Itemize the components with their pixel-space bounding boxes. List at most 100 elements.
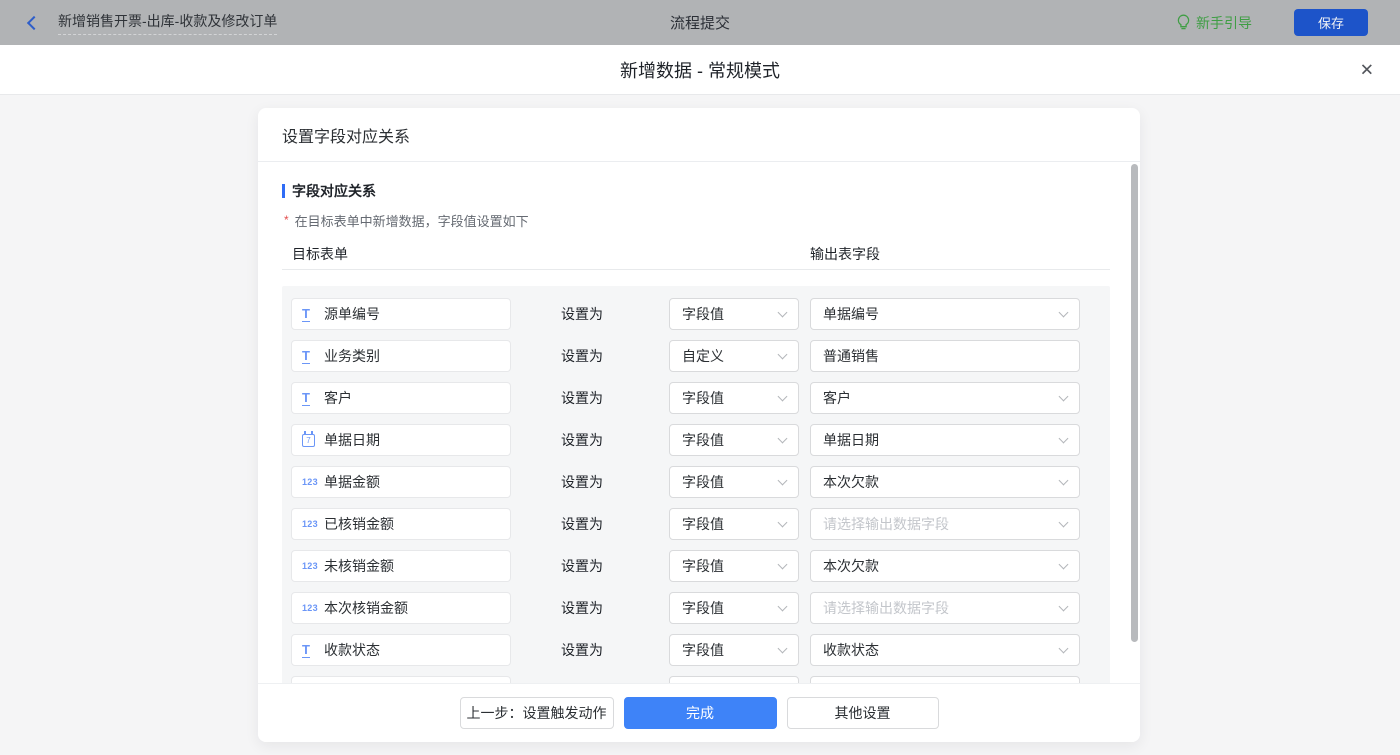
mapping-row: 123 已核销金额 设置为 字段值 请选择输出数据字段 xyxy=(291,508,1110,540)
section-title: 字段对应关系 xyxy=(282,182,1140,200)
value-mode-dropdown[interactable]: 字段值 xyxy=(669,298,799,330)
value-mode-selected: 字段值 xyxy=(682,598,724,618)
output-field-dropdown[interactable] xyxy=(810,676,1080,683)
value-mode-dropdown[interactable]: 字段值 xyxy=(669,466,799,498)
field-type-icon: 123 xyxy=(302,477,324,487)
value-mode-selected: 字段值 xyxy=(682,430,724,450)
chevron-down-icon xyxy=(1059,517,1069,527)
other-settings-button[interactable]: 其他设置 xyxy=(787,697,939,729)
description-text: 在目标表单中新增数据，字段值设置如下 xyxy=(295,211,529,230)
set-as-label: 设置为 xyxy=(561,640,603,660)
output-field-dropdown[interactable]: 收款状态 xyxy=(810,634,1080,666)
target-field-label: 业务类别 xyxy=(324,346,380,366)
target-field-box[interactable]: T 客户 xyxy=(291,382,511,414)
target-field-label: 单据金额 xyxy=(324,472,380,492)
mapping-row: 123 本次核销金额 设置为 字段值 请选择输出数据字段 xyxy=(291,592,1110,624)
mapping-row: T 业务类别 设置为 自定义 普通销售 xyxy=(291,340,1110,372)
output-field-dropdown[interactable]: 请选择输出数据字段 xyxy=(810,592,1080,624)
value-mode-dropdown[interactable]: 字段值 xyxy=(669,382,799,414)
chevron-left-icon xyxy=(27,15,41,29)
output-field-value: 单据日期 xyxy=(823,430,879,450)
target-field-label: 单据日期 xyxy=(324,430,380,450)
output-field-value: 请选择输出数据字段 xyxy=(823,514,949,534)
value-mode-dropdown[interactable]: 字段值 xyxy=(669,634,799,666)
output-field-value: 收款状态 xyxy=(823,640,879,660)
target-field-label: 源单编号 xyxy=(324,304,380,324)
finish-button[interactable]: 完成 xyxy=(624,697,777,729)
target-field-label: 未核销金额 xyxy=(324,556,394,576)
target-field-box[interactable]: 123 本次核销金额 xyxy=(291,592,511,624)
target-field-label: 本次核销金额 xyxy=(324,598,408,618)
output-field-dropdown[interactable]: 本次欠款 xyxy=(810,550,1080,582)
target-field-box[interactable]: T 业务类别 xyxy=(291,340,511,372)
target-field-box[interactable]: T 收款状态 xyxy=(291,634,511,666)
chevron-down-icon xyxy=(778,433,788,443)
chevron-down-icon xyxy=(778,349,788,359)
target-field-box[interactable]: 123 单据金额 xyxy=(291,466,511,498)
set-as-label: 设置为 xyxy=(561,472,603,492)
prev-step-button[interactable]: 上一步：设置触发动作 xyxy=(460,697,614,729)
chevron-down-icon xyxy=(1059,559,1069,569)
output-field-dropdown[interactable]: 客户 xyxy=(810,382,1080,414)
target-field-box[interactable]: T 源单编号 xyxy=(291,298,511,330)
flow-title[interactable]: 新增销售开票-出库-收款及修改订单 xyxy=(58,11,277,35)
chevron-down-icon xyxy=(1059,475,1069,485)
mapping-row: 7 单据日期 设置为 字段值 单据日期 xyxy=(291,424,1110,456)
column-headers: 目标表单 输出表字段 xyxy=(258,244,1140,262)
output-field-value: 单据编号 xyxy=(823,304,879,324)
chevron-down-icon xyxy=(778,643,788,653)
back-button[interactable] xyxy=(24,13,44,33)
chevron-down-icon xyxy=(1059,601,1069,611)
field-type-icon: T xyxy=(302,307,324,322)
target-field-box[interactable]: 7 单据日期 xyxy=(291,424,511,456)
output-field-value: 普通销售 xyxy=(823,346,879,366)
set-as-label: 设置为 xyxy=(561,388,603,408)
value-mode-dropdown[interactable]: 字段值 xyxy=(669,550,799,582)
required-asterisk: * xyxy=(284,213,289,227)
field-type-icon: 123 xyxy=(302,519,324,529)
output-field-dropdown[interactable]: 请选择输出数据字段 xyxy=(810,508,1080,540)
top-navbar: 新增销售开票-出库-收款及修改订单 流程提交 新手引导 保存 xyxy=(0,0,1400,45)
value-mode-dropdown[interactable]: 自定义 xyxy=(669,340,799,372)
mapping-row: 123 未核销金额 设置为 字段值 本次欠款 xyxy=(291,550,1110,582)
chevron-down-icon xyxy=(778,559,788,569)
target-field-box[interactable]: 123 已核销金额 xyxy=(291,508,511,540)
value-mode-selected: 字段值 xyxy=(682,556,724,576)
field-type-icon: 7 xyxy=(302,434,324,447)
chevron-down-icon xyxy=(778,391,788,401)
set-as-label: 设置为 xyxy=(561,430,603,450)
target-field-box[interactable]: 123 未核销金额 xyxy=(291,550,511,582)
chevron-down-icon xyxy=(1059,391,1069,401)
field-type-icon: T xyxy=(302,349,324,364)
set-as-label: 设置为 xyxy=(561,304,603,324)
close-icon[interactable]: ✕ xyxy=(1360,61,1374,78)
output-field-input[interactable]: 普通销售 xyxy=(810,340,1080,372)
value-mode-selected: 字段值 xyxy=(682,514,724,534)
mapping-row xyxy=(291,676,1110,683)
chevron-down-icon xyxy=(1059,307,1069,317)
value-mode-dropdown[interactable]: 字段值 xyxy=(669,424,799,456)
output-field-dropdown[interactable]: 单据编号 xyxy=(810,298,1080,330)
mapping-row: 123 单据金额 设置为 字段值 本次欠款 xyxy=(291,466,1110,498)
value-mode-dropdown[interactable] xyxy=(669,676,799,683)
set-as-label: 设置为 xyxy=(561,514,603,534)
mapping-row: T 收款状态 设置为 字段值 收款状态 xyxy=(291,634,1110,666)
value-mode-dropdown[interactable]: 字段值 xyxy=(669,592,799,624)
target-field-box[interactable] xyxy=(291,676,511,683)
value-mode-selected: 字段值 xyxy=(682,388,724,408)
set-as-label: 设置为 xyxy=(561,556,603,576)
field-type-icon: 123 xyxy=(302,603,324,613)
beginner-guide-link[interactable]: 新手引导 xyxy=(1176,13,1252,33)
target-field-label: 收款状态 xyxy=(324,640,380,660)
column-header-output: 输出表字段 xyxy=(810,244,880,264)
target-field-label: 已核销金额 xyxy=(324,514,394,534)
output-field-dropdown[interactable]: 单据日期 xyxy=(810,424,1080,456)
modal-scrollbar-thumb[interactable] xyxy=(1131,164,1138,642)
modal-header: 新增数据 - 常规模式 ✕ xyxy=(0,45,1400,95)
field-type-icon: T xyxy=(302,643,324,658)
save-button[interactable]: 保存 xyxy=(1294,9,1368,36)
modal-body: 设置字段对应关系 字段对应关系 * 在目标表单中新增数据，字段值设置如下 目标表… xyxy=(0,95,1400,755)
value-mode-dropdown[interactable]: 字段值 xyxy=(669,508,799,540)
output-field-value: 请选择输出数据字段 xyxy=(823,598,949,618)
output-field-dropdown[interactable]: 本次欠款 xyxy=(810,466,1080,498)
